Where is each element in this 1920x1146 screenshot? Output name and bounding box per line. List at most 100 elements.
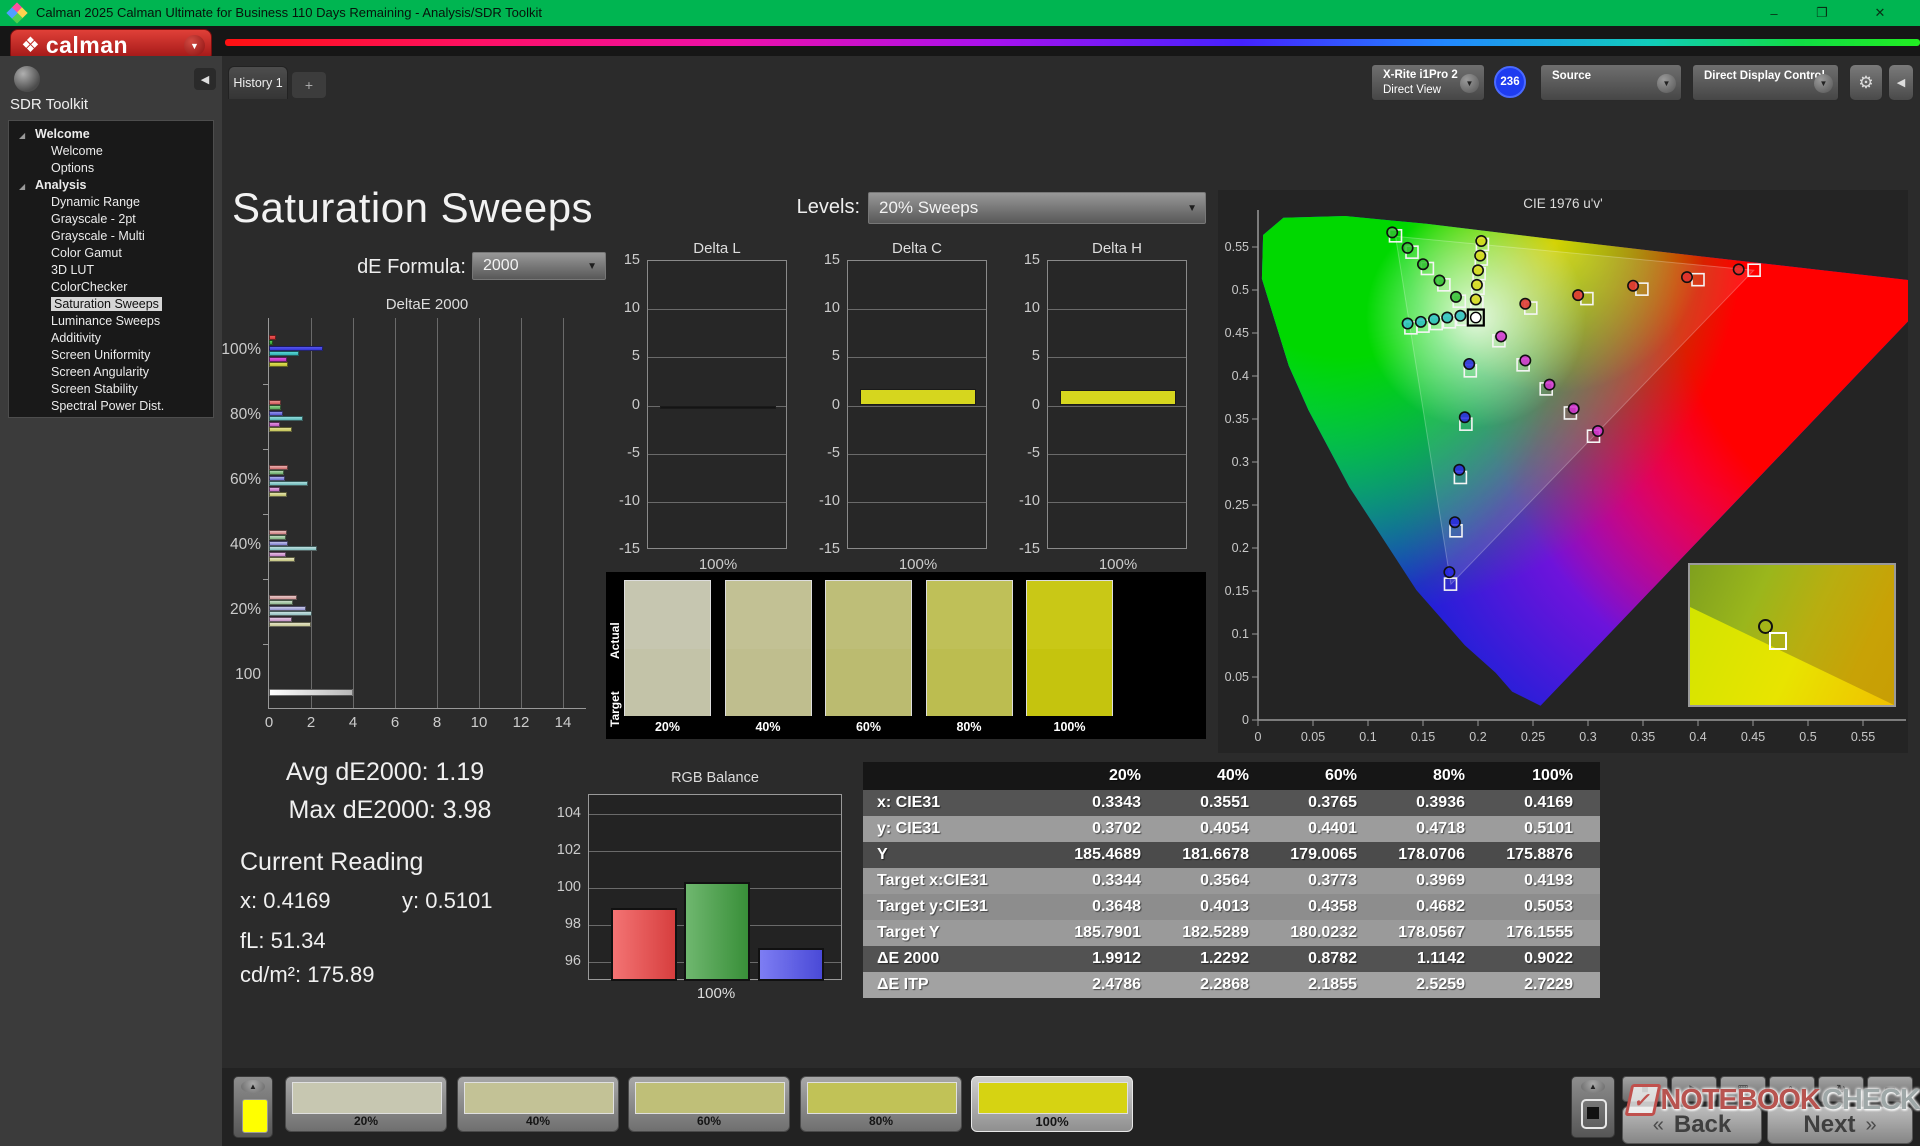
actual-swatch (1027, 581, 1112, 649)
display-control-selector[interactable]: Direct Display Control ▼ (1692, 64, 1839, 101)
swatch-20% (624, 580, 711, 716)
minimize-button[interactable]: – (1752, 0, 1796, 26)
notebookcheck-watermark: ✓ NOTEBOOK CHECK (1624, 1078, 1920, 1122)
sidebar-item-screen-stability[interactable]: Screen Stability (9, 381, 213, 398)
notebookcheck-logo-icon: ✓ (1624, 1084, 1662, 1116)
de-formula-dropdown[interactable]: 2000 ▼ (472, 252, 606, 280)
r-balance-bar (611, 908, 677, 981)
gear-icon[interactable]: ⚙ (1849, 64, 1883, 101)
sidebar-item-luminance-sweeps[interactable]: Luminance Sweeps (9, 313, 213, 330)
current-color-panel[interactable]: ▲ (233, 1076, 273, 1138)
y-tick-label: 0.25 (1225, 498, 1249, 512)
level-button-100%[interactable]: 100% (971, 1076, 1133, 1132)
maximize-button[interactable]: ❐ (1800, 0, 1844, 26)
gridline (648, 357, 786, 359)
deltae2000-chart-title: DeltaE 2000 (385, 296, 469, 313)
sidebar-item-colorchecker[interactable]: ColorChecker (9, 279, 213, 296)
sidebar-item-grayscale-multi[interactable]: Grayscale - Multi (9, 228, 213, 245)
meter-selector[interactable]: X-Rite i1Pro 2 Direct View ▼ (1371, 64, 1485, 101)
x-tick-label: 10 (470, 714, 488, 731)
target-swatch (826, 649, 911, 716)
y-tick-label: -5 (827, 444, 840, 461)
gridline (311, 318, 312, 708)
panel-up-arrow-icon[interactable]: ▲ (241, 1080, 265, 1093)
levels-dropdown[interactable]: 20% Sweeps ▼ (868, 192, 1206, 224)
source-dropdown-icon[interactable]: ▼ (1657, 74, 1676, 93)
tree-expand-icon[interactable]: ◢ (19, 178, 25, 195)
level-button-60%[interactable]: 60% (628, 1076, 790, 1132)
sidebar-item-3d-lut[interactable]: 3D LUT (9, 262, 213, 279)
axis-tick (263, 383, 269, 385)
axis-tick (263, 643, 269, 645)
level-button-20%[interactable]: 20% (285, 1076, 447, 1132)
sidebar-item-label: Spectral Power Dist. (51, 399, 165, 413)
table-row: Target Y 185.7901 182.5289 180.0232 178.0567… (863, 920, 1600, 946)
y-tick-label: 5 (831, 348, 840, 365)
pattern-window-icon[interactable] (1581, 1099, 1607, 1129)
x-tick-label: 14 (554, 714, 572, 731)
add-tab-button[interactable]: + (292, 72, 326, 98)
swatch-label: 20% (654, 720, 681, 734)
sidebar-item-welcome[interactable]: Welcome (9, 143, 213, 160)
display-control-dropdown-icon[interactable]: ▼ (1814, 74, 1833, 93)
gridline (479, 318, 480, 708)
table-cell: 175.8876 (1506, 846, 1573, 863)
magenta-de-bar (269, 551, 287, 557)
sidebar-item-additivity[interactable]: Additivity (9, 330, 213, 347)
meter-dropdown-icon[interactable]: ▼ (1460, 74, 1479, 93)
y-tick-label: -10 (819, 492, 840, 509)
y-tick-label: 0 (631, 396, 640, 413)
y-tick-label: 0.2 (1232, 541, 1249, 555)
sidebar-item-screen-angularity[interactable]: Screen Angularity (9, 364, 213, 381)
magenta-measured-point (1543, 378, 1556, 391)
column-header: 60% (1324, 767, 1357, 784)
blue-de-bar (269, 540, 289, 546)
sidebar-item-options[interactable]: Options (9, 160, 213, 177)
y-tick-label: 0.05 (1225, 670, 1249, 684)
y-tick-label: 98 (564, 916, 581, 933)
yellow-measured-point (1472, 264, 1485, 277)
tab-history-1[interactable]: History 1 (228, 66, 288, 99)
source-selector[interactable]: Source ▼ (1540, 64, 1682, 101)
table-cell: 178.0706 (1398, 846, 1465, 863)
sidebar-item-grayscale-2pt[interactable]: Grayscale - 2pt (9, 211, 213, 228)
pattern-window-panel[interactable]: ▲ (1571, 1076, 1615, 1138)
level-swatch (807, 1082, 957, 1114)
group-label: 100% (221, 341, 261, 358)
meter-count-badge[interactable]: 236 (1494, 66, 1526, 98)
sidebar-item-spectral-power-dist-[interactable]: Spectral Power Dist. (9, 398, 213, 415)
sidebar-item-screen-uniformity[interactable]: Screen Uniformity (9, 347, 213, 364)
sidebar-item-dynamic-range[interactable]: Dynamic Range (9, 194, 213, 211)
close-button[interactable]: ✕ (1858, 0, 1902, 26)
calman-menu-arrow-icon[interactable]: ▼ (184, 35, 205, 56)
red-measured-point (1680, 271, 1693, 284)
sidebar-item-saturation-sweeps[interactable]: Saturation Sweeps (9, 296, 213, 313)
sidebar-item-welcome[interactable]: ◢ Welcome (9, 126, 213, 143)
green-measured-point (1401, 241, 1414, 254)
deltae2000-chart: 0 2 4 6 8 10 12 14 100% 80% 60% 40% 20% 100 (221, 318, 586, 731)
table-cell: 178.0567 (1398, 924, 1465, 941)
y-tick-label: 10 (1023, 300, 1040, 317)
cyan-measured-point (1414, 315, 1427, 328)
tree-expand-icon[interactable]: ◢ (19, 127, 25, 144)
gridline (1048, 501, 1186, 503)
panel-up-arrow-icon[interactable]: ▲ (1581, 1080, 1605, 1093)
sidebar-orb-button[interactable] (14, 66, 40, 92)
current-y: y: 0.5101 (402, 888, 493, 913)
y-tick-label: -5 (627, 444, 640, 461)
level-button-80%[interactable]: 80% (800, 1076, 962, 1132)
y-tick-label: 5 (631, 348, 640, 365)
sidebar-item-analysis[interactable]: ◢ Analysis (9, 177, 213, 194)
cyan-measured-point (1454, 309, 1467, 322)
level-button-40%[interactable]: 40% (457, 1076, 619, 1132)
y-tick-label: 100 (556, 879, 581, 895)
sidebar-item-color-gamut[interactable]: Color Gamut (9, 245, 213, 262)
sidebar-collapse-icon[interactable]: ◀ (194, 68, 216, 90)
delta-c-chart: 15 10 5 0 -5 -10 -15 100% (819, 252, 987, 573)
blue-de-bar (269, 605, 306, 611)
toolbar-collapse-icon[interactable]: ◀ (1888, 64, 1914, 101)
red-measured-point (1732, 263, 1745, 276)
column-header: 80% (1432, 767, 1465, 784)
yellow-de-bar (269, 492, 288, 497)
current-reading-title: Current Reading (240, 848, 424, 876)
